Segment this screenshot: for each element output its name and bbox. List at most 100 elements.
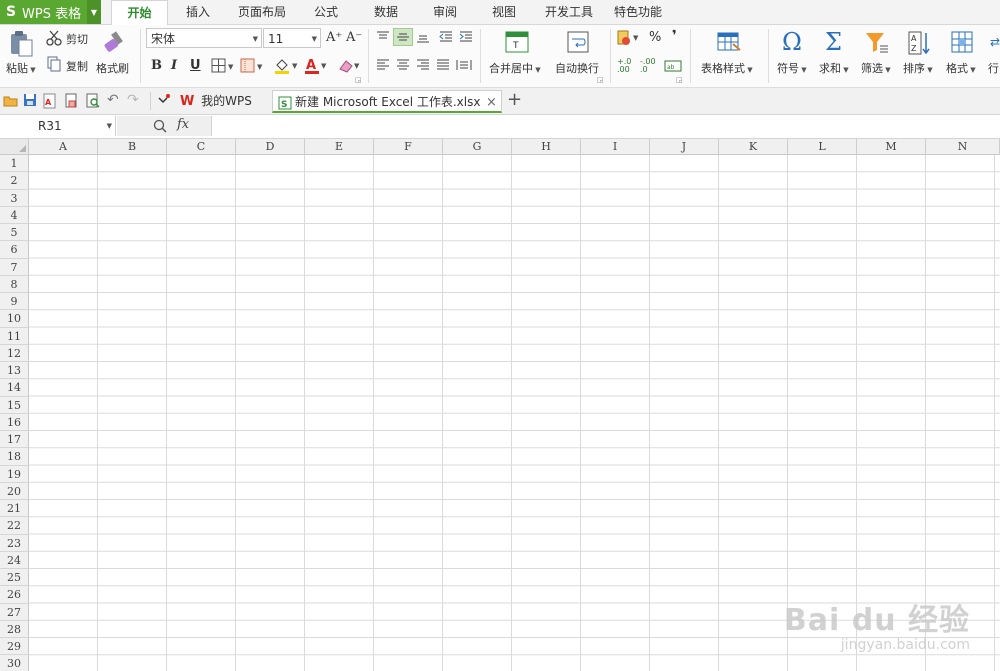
row-header[interactable]: 22 (0, 517, 29, 535)
border-icon[interactable]: ▼ (211, 58, 237, 74)
align-right-icon[interactable] (413, 56, 433, 74)
row-header[interactable]: 2 (0, 172, 29, 190)
formula-input[interactable] (212, 116, 1000, 138)
row-header[interactable]: 24 (0, 551, 29, 569)
column-header[interactable]: G (443, 139, 512, 155)
merge-center-button[interactable]: 合并居中 ▼ (489, 60, 541, 76)
row-header[interactable]: 27 (0, 603, 29, 621)
row-header[interactable]: 4 (0, 206, 29, 224)
align-middle-icon[interactable] (393, 28, 413, 46)
row-header[interactable]: 3 (0, 189, 29, 207)
column-header[interactable]: M (857, 139, 926, 155)
sum-button[interactable]: 求和 ▼ (819, 60, 849, 76)
font-dialog-launcher-icon[interactable]: ◲ (355, 76, 362, 84)
document-tab[interactable]: S 新建 Microsoft Excel 工作表.xlsx × (272, 90, 502, 113)
table-style-button[interactable]: 表格样式 ▼ (701, 60, 753, 76)
cut-button[interactable]: 剪切 (66, 31, 88, 47)
cell-area[interactable] (29, 155, 1000, 671)
chevron-down-icon[interactable]: ▼ (87, 0, 101, 24)
cell-style-icon[interactable]: ▼ (240, 58, 266, 74)
print-icon[interactable] (63, 93, 79, 109)
column-header[interactable]: D (236, 139, 305, 155)
row-header[interactable]: 21 (0, 500, 29, 518)
alignment-dialog-launcher-icon[interactable]: ◲ (597, 76, 604, 84)
row-header[interactable]: 23 (0, 534, 29, 552)
merge-center-icon[interactable]: T (504, 30, 530, 54)
sum-icon[interactable]: Σ (825, 28, 851, 56)
align-top-icon[interactable] (373, 28, 393, 46)
close-icon[interactable]: × (486, 91, 497, 114)
save-icon[interactable] (23, 93, 37, 107)
row-header[interactable]: 17 (0, 431, 29, 449)
sort-button[interactable]: 排序 ▼ (903, 60, 933, 76)
row-header[interactable]: 6 (0, 241, 29, 259)
paste-icon[interactable] (6, 29, 36, 59)
tab-developer[interactable]: 开发工具 (538, 0, 600, 24)
wrap-text-icon[interactable] (566, 30, 590, 54)
tab-data[interactable]: 数据 (366, 0, 406, 24)
justify-icon[interactable] (433, 56, 453, 74)
row-header[interactable]: 26 (0, 586, 29, 604)
format-painter-icon[interactable] (101, 29, 127, 55)
symbol-icon[interactable]: Ω (782, 28, 808, 56)
percent-icon[interactable]: % (649, 30, 661, 45)
row-header[interactable]: 15 (0, 396, 29, 414)
filter-button[interactable]: 筛选 ▼ (861, 60, 891, 76)
column-header[interactable]: B (98, 139, 167, 155)
row-header[interactable]: 16 (0, 413, 29, 431)
row-header[interactable]: 30 (0, 655, 29, 671)
comma-style-icon[interactable]: ❜ (672, 28, 677, 44)
row-header[interactable]: 29 (0, 638, 29, 656)
font-name-combo[interactable]: 宋体 ▼ (146, 28, 262, 48)
zoom-icon[interactable] (153, 119, 167, 133)
column-header[interactable]: E (305, 139, 374, 155)
row-header[interactable]: 25 (0, 569, 29, 587)
select-all-corner[interactable] (0, 139, 29, 155)
column-header[interactable]: N (926, 139, 1000, 155)
customize-icon[interactable] (157, 93, 171, 107)
column-header[interactable]: H (512, 139, 581, 155)
column-header[interactable]: A (29, 139, 98, 155)
row-header[interactable]: 20 (0, 482, 29, 500)
clear-icon[interactable]: ▼ (337, 57, 363, 75)
column-header[interactable]: J (650, 139, 719, 155)
wrap-text-button[interactable]: 自动换行 (555, 60, 599, 76)
format-icon[interactable] (950, 30, 976, 56)
row-header[interactable]: 7 (0, 258, 29, 276)
name-box[interactable]: R31 ▼ (0, 116, 116, 136)
row-header[interactable]: 18 (0, 448, 29, 466)
shrink-font-icon[interactable]: A⁻ (346, 30, 362, 45)
row-header[interactable]: 19 (0, 465, 29, 483)
grow-font-icon[interactable]: A⁺ (326, 30, 342, 45)
rowcol-button[interactable]: 行 (988, 60, 999, 76)
symbol-button[interactable]: 符号 ▼ (777, 60, 807, 76)
copy-button[interactable]: 复制 (66, 58, 88, 74)
underline-icon[interactable]: U (190, 58, 201, 73)
number-dialog-launcher-icon[interactable]: ◲ (676, 76, 683, 84)
app-menu-button[interactable]: S WPS 表格 ▼ (0, 0, 101, 24)
row-header[interactable]: 28 (0, 620, 29, 638)
chevron-down-icon[interactable]: ▼ (107, 116, 112, 136)
italic-icon[interactable]: I (171, 58, 177, 73)
tab-view[interactable]: 视图 (484, 0, 524, 24)
tab-my-wps[interactable]: W 我的WPS (178, 90, 268, 113)
table-style-icon[interactable] (716, 30, 742, 54)
filter-icon[interactable] (864, 30, 890, 56)
format-button[interactable]: 格式 ▼ (946, 60, 976, 76)
undo-icon[interactable]: ↶ (107, 92, 121, 108)
column-header[interactable]: C (167, 139, 236, 155)
row-header[interactable]: 12 (0, 344, 29, 362)
column-header[interactable]: I (581, 139, 650, 155)
align-left-icon[interactable] (373, 56, 393, 74)
rowcol-icon[interactable]: ⇄ (990, 35, 1000, 55)
copy-icon[interactable] (46, 56, 62, 72)
tab-home[interactable]: 开始 (111, 0, 168, 26)
row-header[interactable]: 5 (0, 224, 29, 242)
column-header[interactable]: K (719, 139, 788, 155)
number-format-icon[interactable]: ab (664, 60, 682, 72)
sort-icon[interactable]: AZ (906, 30, 932, 56)
row-header[interactable]: 13 (0, 362, 29, 380)
increase-decimal-icon[interactable]: +.0 .00 (617, 58, 639, 74)
row-header[interactable]: 11 (0, 327, 29, 345)
decrease-indent-icon[interactable] (436, 28, 456, 46)
